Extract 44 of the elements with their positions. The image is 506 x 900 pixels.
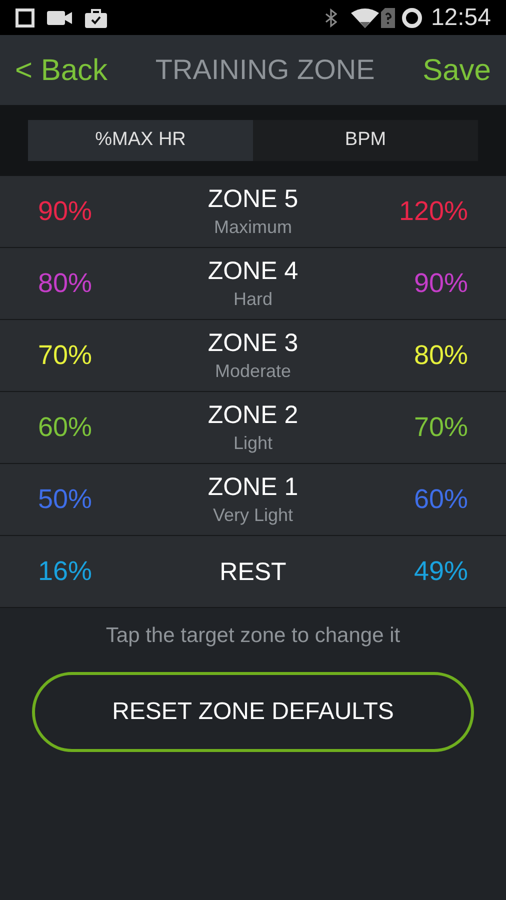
zone-high-value: 49% [412,555,468,588]
zone-high-value: 120% [398,195,468,228]
zone-high-value: 80% [412,339,468,372]
zone-low-value: 60% [38,411,94,444]
zone-low-value: 80% [38,267,94,300]
save-link[interactable]: Save [422,48,491,92]
zone-row[interactable]: 90% ZONE 5 Maximum 120% [0,176,506,248]
zone-low-value: 90% [38,195,94,228]
clock-time: 12:54 [430,2,491,32]
sim-card-icon [380,8,395,28]
screen-title: TRAINING ZONE [155,53,375,87]
zone-row[interactable]: 50% ZONE 1 Very Light 60% [0,464,506,536]
zone-high-value: 90% [412,267,468,300]
zone-intensity: Maximum [214,216,292,238]
zone-row[interactable]: 80% ZONE 4 Hard 90% [0,248,506,320]
loading-ring-icon [400,6,423,28]
zone-name: ZONE 5 [208,184,298,214]
square-icon [15,8,35,28]
zone-intensity: Moderate [214,360,292,382]
zone-intensity: Hard [233,288,272,310]
back-link[interactable]: < Back [15,48,108,92]
zone-row[interactable]: 16% REST 49% [0,536,506,608]
video-camera-icon [47,10,73,26]
zone-name: ZONE 1 [208,472,298,502]
zone-name: ZONE 2 [208,400,298,430]
zone-name: ZONE 3 [208,328,298,358]
zone-high-value: 60% [412,483,468,516]
zone-low-value: 50% [38,483,94,516]
hint-text: Tap the target zone to change it [104,623,402,649]
bluetooth-icon [324,8,337,28]
zone-name: ZONE 4 [208,256,298,286]
zone-low-value: 70% [38,339,94,372]
briefcase-icon [85,6,107,28]
unit-tab[interactable]: %MAX HR [28,120,253,161]
zone-row[interactable]: 60% ZONE 2 Light 70% [0,392,506,464]
zone-row[interactable]: 70% ZONE 3 Moderate 80% [0,320,506,392]
zone-intensity: Light [233,432,273,455]
zone-intensity: Very Light [212,504,294,527]
zone-low-value: 16% [38,555,94,588]
unit-tab[interactable]: BPM [253,120,478,161]
reset-zone-defaults-button[interactable]: RESET ZONE DEFAULTS [32,672,474,752]
zone-high-value: 70% [412,411,468,444]
wifi-icon [350,8,379,28]
zone-name: REST [220,556,286,586]
